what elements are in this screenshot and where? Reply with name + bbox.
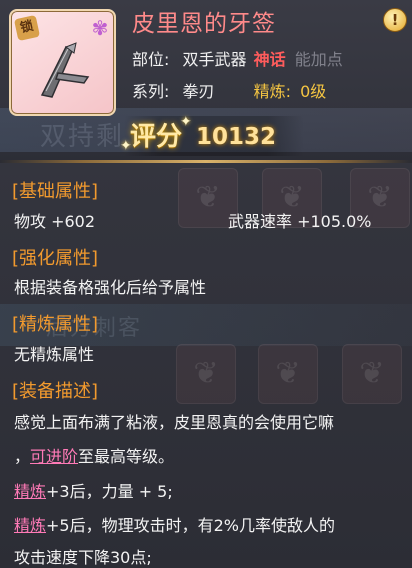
speed-stat: 武器速率 +105.0% [228, 212, 372, 231]
refine-link[interactable]: 精炼 [14, 516, 46, 535]
series-row: 系列: 拳刃 精炼: 0级 [132, 78, 326, 102]
item-title: 皮里恩的牙签 [132, 11, 276, 37]
background-slot: ❦ [258, 344, 318, 404]
description-line-5: 攻击速度下降30点; [14, 548, 152, 567]
lotus-icon: ✾ [91, 16, 109, 40]
faded-text: 能加点 [294, 50, 343, 69]
description-line-1: 感觉上面布满了粘液，皮里恩真的会使用它嘛 [14, 413, 335, 432]
background-slot: ❦ [342, 344, 402, 404]
weapon-icon [40, 42, 90, 98]
slot-label: 部位: [132, 50, 170, 69]
sparkle-icon: ✦ [180, 114, 192, 130]
slot-value: 双手武器 [182, 50, 247, 69]
background-ghost-text: 双持剩 [40, 122, 125, 152]
description-suffix: 至最高等级。 [78, 447, 175, 466]
advance-link[interactable]: 可进阶 [30, 447, 78, 466]
attack-stat: 物攻 +602 [14, 212, 96, 231]
refine-bonus-5: +5后，物理攻击时，有2%几率使敌人的 [46, 516, 335, 535]
alert-icon[interactable]: ! [383, 8, 407, 32]
description-line-4: 精炼+5后，物理攻击时，有2%几率使敌人的 [14, 512, 335, 536]
refine-link[interactable]: 精炼 [14, 482, 46, 501]
enhance-attributes-title: [强化属性] [12, 248, 99, 269]
description-title: [装备描述] [12, 381, 99, 402]
sparkle-icon: ✦ [120, 138, 132, 154]
rarity-label: 神话 [253, 50, 286, 69]
background-slot: ❦ [176, 344, 236, 404]
base-attributes-title: [基础属性] [12, 181, 99, 202]
refine-bonus-3: +3后，力量 + 5; [46, 482, 173, 501]
gold-divider [0, 160, 412, 163]
description-prefix: ， [14, 447, 31, 466]
lock-badge-icon: 锁 [13, 14, 41, 42]
score-label: 评分 [130, 122, 183, 152]
description-line-2: ，可进阶至最高等级。 [14, 443, 174, 467]
slot-row: 部位: 双手武器 神话 能加点 [132, 46, 343, 70]
score-banner: 评分 10132 [124, 116, 304, 156]
refine-value: 0级 [300, 82, 327, 101]
item-icon-frame[interactable]: 锁 ✾ [9, 9, 116, 116]
score-value: 10132 [196, 124, 277, 150]
series-label: 系列: [132, 82, 170, 101]
refine-label: 精炼: [253, 82, 292, 101]
refine-attributes-title: [精炼属性] [12, 314, 99, 335]
enhance-text: 根据装备格强化后给予属性 [14, 278, 207, 297]
refine-text: 无精炼属性 [14, 345, 95, 364]
series-value: 拳刃 [182, 82, 215, 101]
description-line-3: 精炼+3后，力量 + 5; [14, 478, 173, 502]
